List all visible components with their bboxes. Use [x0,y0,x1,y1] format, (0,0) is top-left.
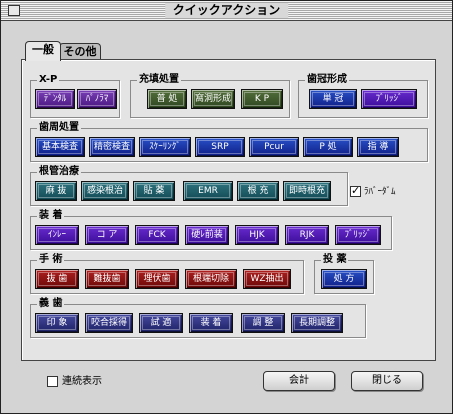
window-title: クイックアクション [164,3,289,18]
group-root-canal: 根管治療 麻 抜 感染根治 貼 薬 EMR 根 充 即時根充 [30,166,348,206]
btn-futsu[interactable]: 普 処 [147,89,187,109]
btn-wz-chuushutsu[interactable]: WZ抽出 [243,269,291,289]
group-perio-label: 歯周処置 [37,122,81,134]
btn-nan-basshi[interactable]: 難抜歯 [85,269,129,289]
btn-pcur[interactable]: Pcur [249,137,299,157]
btn-tankan[interactable]: 単 冠 [309,89,357,109]
group-denture: 義 歯 印 象 咬合採得 試 適 装 着 調 整 長期調整 [30,298,366,338]
btn-p-sho[interactable]: P 処 [303,137,353,157]
btn-koure-zensou[interactable]: 硬ﾚ前装 [185,225,229,245]
title-bar[interactable]: クイックアクション [1,1,452,21]
group-crown-label: 歯冠形成 [305,74,349,86]
continuous-display-label: 連続表示 [62,376,102,387]
btn-kansen-konchi[interactable]: 感染根治 [81,181,129,201]
tab-general[interactable]: 一般 [25,41,61,61]
btn-emr[interactable]: EMR [183,181,233,201]
btn-bridge-crown[interactable]: ﾌﾞﾘｯｼﾞ [361,89,417,109]
btn-sokuji-konjuu[interactable]: 即時根充 [283,181,331,201]
btn-dental[interactable]: ﾃﾞﾝﾀﾙ [35,89,75,109]
accounting-button[interactable]: 会計 [263,371,335,391]
tab-panel-general: X-P ﾃﾞﾝﾀﾙ ﾊﾟﾉﾗﾏ 充填処置 普 処 窩洞形成 K P 歯冠形成 単… [21,59,436,361]
group-surgery: 手 術 抜 歯 難抜歯 埋伏歯 根端切除 WZ抽出 [30,254,304,294]
btn-kihon-kensa[interactable]: 基本検査 [35,137,85,157]
btn-konjuu[interactable]: 根 充 [237,181,279,201]
btn-fck[interactable]: FCK [135,225,179,245]
btn-souchaku[interactable]: 装 着 [189,313,233,333]
group-surgery-label: 手 術 [37,254,65,266]
btn-maifukushi[interactable]: 埋伏歯 [135,269,179,289]
continuous-display-checkbox[interactable] [47,376,58,387]
btn-scaling[interactable]: ｽｹｰﾘﾝｸﾞ [139,137,191,157]
group-filling: 充填処置 普 処 窩洞形成 K P [130,74,290,118]
group-filling-label: 充填処置 [137,74,181,86]
close-box-icon[interactable] [8,5,20,16]
close-button[interactable]: 閉じる [351,371,423,391]
btn-rjk[interactable]: RJK [285,225,329,245]
btn-srp[interactable]: SRP [195,137,245,157]
group-medication-label: 投 薬 [321,254,349,266]
btn-core[interactable]: コ ア [85,225,129,245]
btn-shidou[interactable]: 指 導 [357,137,399,157]
btn-seimitsu-kensa[interactable]: 精密検査 [89,137,135,157]
btn-shohou[interactable]: 処 方 [321,269,367,289]
btn-kadou[interactable]: 窩洞形成 [191,89,235,109]
btn-panorama[interactable]: ﾊﾟﾉﾗﾏ [77,89,117,109]
btn-basshi[interactable]: 抜 歯 [35,269,79,289]
btn-bridge-prosth[interactable]: ﾌﾞﾘｯｼﾞ [335,225,381,245]
group-xp: X-P ﾃﾞﾝﾀﾙ ﾊﾟﾉﾗﾏ [30,74,120,118]
btn-chouki-chousei[interactable]: 長期調整 [291,313,343,333]
btn-mabatsu[interactable]: 麻 抜 [35,181,77,201]
group-xp-label: X-P [37,74,60,86]
group-root-canal-label: 根管治療 [37,166,81,178]
group-prosthesis-label: 装 着 [37,210,65,222]
group-crown: 歯冠形成 単 冠 ﾌﾞﾘｯｼﾞ [298,74,428,118]
group-perio: 歯周処置 基本検査 精密検査 ｽｹｰﾘﾝｸﾞ SRP Pcur P 処 指 導 [30,122,428,162]
group-medication: 投 薬 処 方 [314,254,374,294]
rubber-dam-checkbox[interactable] [350,184,361,197]
btn-hjk[interactable]: HJK [235,225,279,245]
btn-inlay[interactable]: ｲﾝﾚｰ [35,225,79,245]
btn-inshou[interactable]: 印 象 [35,313,79,333]
group-prosthesis: 装 着 ｲﾝﾚｰ コ ア FCK 硬ﾚ前装 HJK RJK ﾌﾞﾘｯｼﾞ [30,210,392,250]
rubber-dam-label: ﾗﾊﾞｰﾀﾞﾑ [364,187,396,197]
btn-kougou-saitoku[interactable]: 咬合採得 [85,313,133,333]
btn-kontan-setsujo[interactable]: 根端切除 [185,269,237,289]
btn-kp[interactable]: K P [241,89,283,109]
btn-tenyaku[interactable]: 貼 薬 [133,181,175,201]
quick-action-window: クイックアクション 一般 その他 X-P ﾃﾞﾝﾀﾙ ﾊﾟﾉﾗﾏ 充填処置 普 … [0,0,453,414]
group-denture-label: 義 歯 [37,298,65,310]
btn-shiteki[interactable]: 試 適 [139,313,183,333]
btn-chousei[interactable]: 調 整 [241,313,285,333]
